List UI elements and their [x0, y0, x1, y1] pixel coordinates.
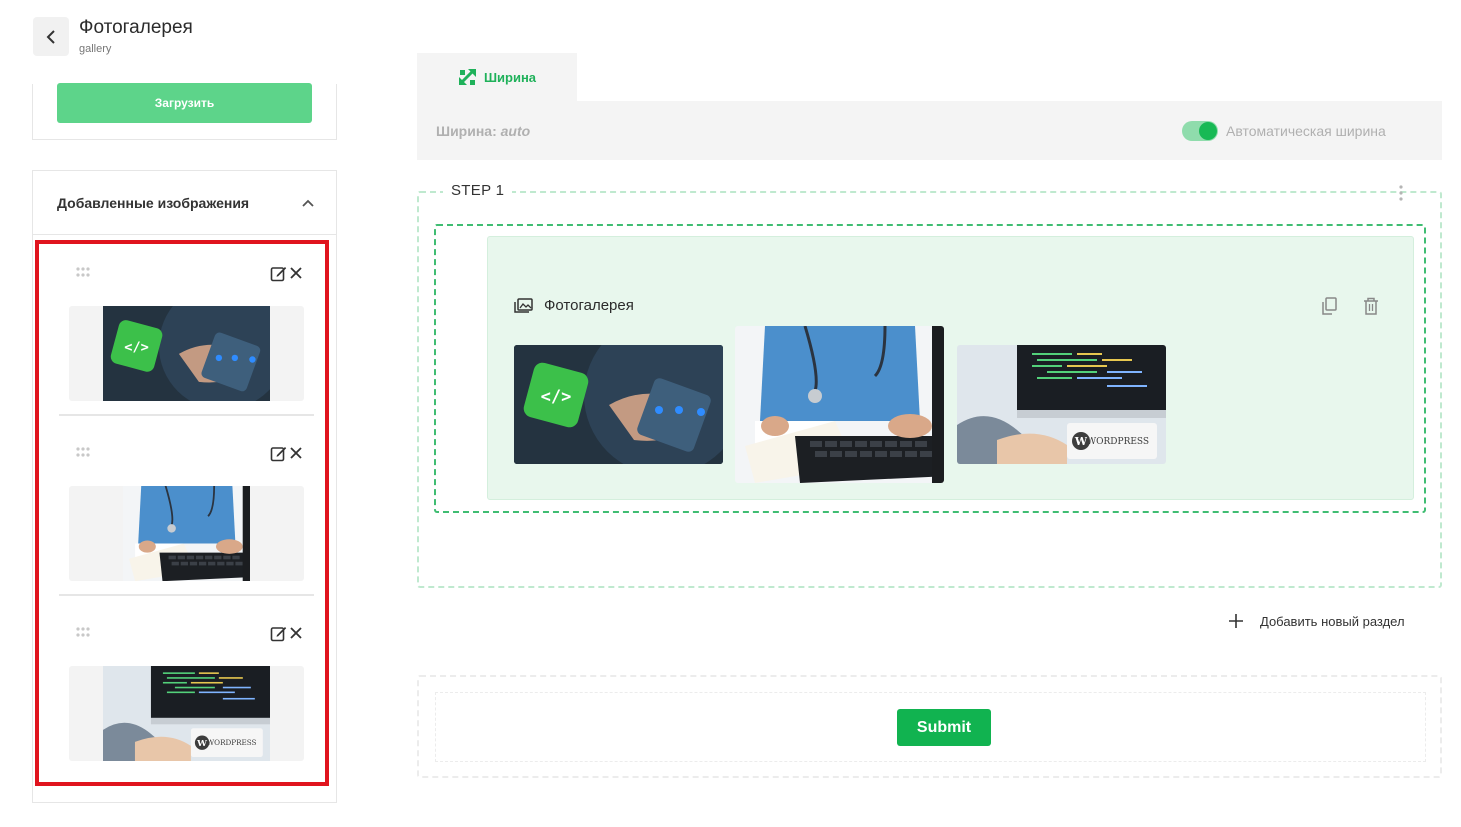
page-title: Фотогалерея — [79, 17, 193, 38]
image-thumbnail — [69, 486, 304, 581]
step-container: STEP 1 Фотогалерея — [417, 182, 1442, 588]
drag-handle-icon[interactable] — [75, 266, 91, 278]
close-icon[interactable] — [289, 626, 303, 640]
more-vertical-icon[interactable] — [1395, 184, 1407, 202]
add-section-label: Добавить новый раздел — [1260, 613, 1405, 629]
image-thumbnail — [69, 666, 304, 761]
upload-button[interactable]: Загрузить — [57, 83, 312, 123]
gallery-block[interactable]: Фотогалерея — [487, 236, 1414, 500]
width-value: auto — [500, 123, 531, 139]
submit-container: Submit — [417, 675, 1442, 778]
trash-icon[interactable] — [1363, 297, 1379, 315]
drag-handle-icon[interactable] — [75, 626, 91, 638]
image-list-highlight — [35, 240, 329, 786]
copy-icon[interactable] — [1321, 297, 1337, 315]
gallery-image-wordpress-computer[interactable] — [957, 345, 1166, 464]
image-thumbnail — [69, 306, 304, 401]
submit-inner-container: Submit — [435, 692, 1426, 762]
added-images-panel: Добавленные изображения — [32, 170, 337, 803]
chevron-left-icon — [46, 29, 55, 44]
toggle-knob — [1199, 122, 1217, 140]
edit-icon[interactable] — [270, 625, 287, 642]
gallery-image-doctor-keyboard[interactable] — [735, 326, 944, 483]
added-images-title: Добавленные изображения — [57, 194, 250, 211]
gallery-header: Фотогалерея — [514, 297, 634, 314]
plus-icon — [1229, 614, 1243, 628]
wordpress-computer-thumbnail — [103, 666, 270, 761]
upload-card: Загрузить — [32, 83, 337, 140]
list-item — [59, 608, 314, 776]
width-label-text: Ширина: — [436, 123, 497, 139]
back-button[interactable] — [33, 17, 69, 56]
drag-handle-icon[interactable] — [75, 446, 91, 458]
tab-width[interactable]: Ширина — [417, 53, 577, 101]
chevron-up-icon[interactable] — [302, 199, 314, 207]
tab-width-label: Ширина — [483, 69, 537, 85]
gallery-title: Фотогалерея — [544, 297, 634, 314]
resize-icon — [458, 68, 476, 86]
submit-button[interactable]: Submit — [897, 709, 991, 746]
page-subtitle: gallery — [79, 43, 112, 55]
edit-icon[interactable] — [270, 265, 287, 282]
edit-icon[interactable] — [270, 445, 287, 462]
auto-width-label: Автоматическая ширина — [1226, 123, 1386, 139]
image-gallery-icon — [514, 298, 533, 313]
step-title[interactable]: STEP 1 — [443, 182, 513, 199]
section-container: Фотогалерея — [434, 224, 1426, 513]
added-images-header[interactable]: Добавленные изображения — [33, 171, 336, 235]
add-section-button[interactable]: Добавить новый раздел — [1228, 613, 1405, 629]
auto-width-toggle[interactable] — [1182, 121, 1218, 141]
list-item — [59, 428, 314, 596]
width-settings-bar: Ширина: auto Автоматическая ширина — [417, 101, 1442, 160]
doctor-keyboard-thumbnail — [123, 486, 250, 581]
width-value-label: Ширина: auto — [436, 123, 530, 139]
gallery-image-tech-tablet[interactable] — [514, 345, 723, 464]
close-icon[interactable] — [289, 446, 303, 460]
close-icon[interactable] — [289, 266, 303, 280]
list-item — [59, 248, 314, 416]
tech-tablet-thumbnail — [103, 306, 270, 401]
